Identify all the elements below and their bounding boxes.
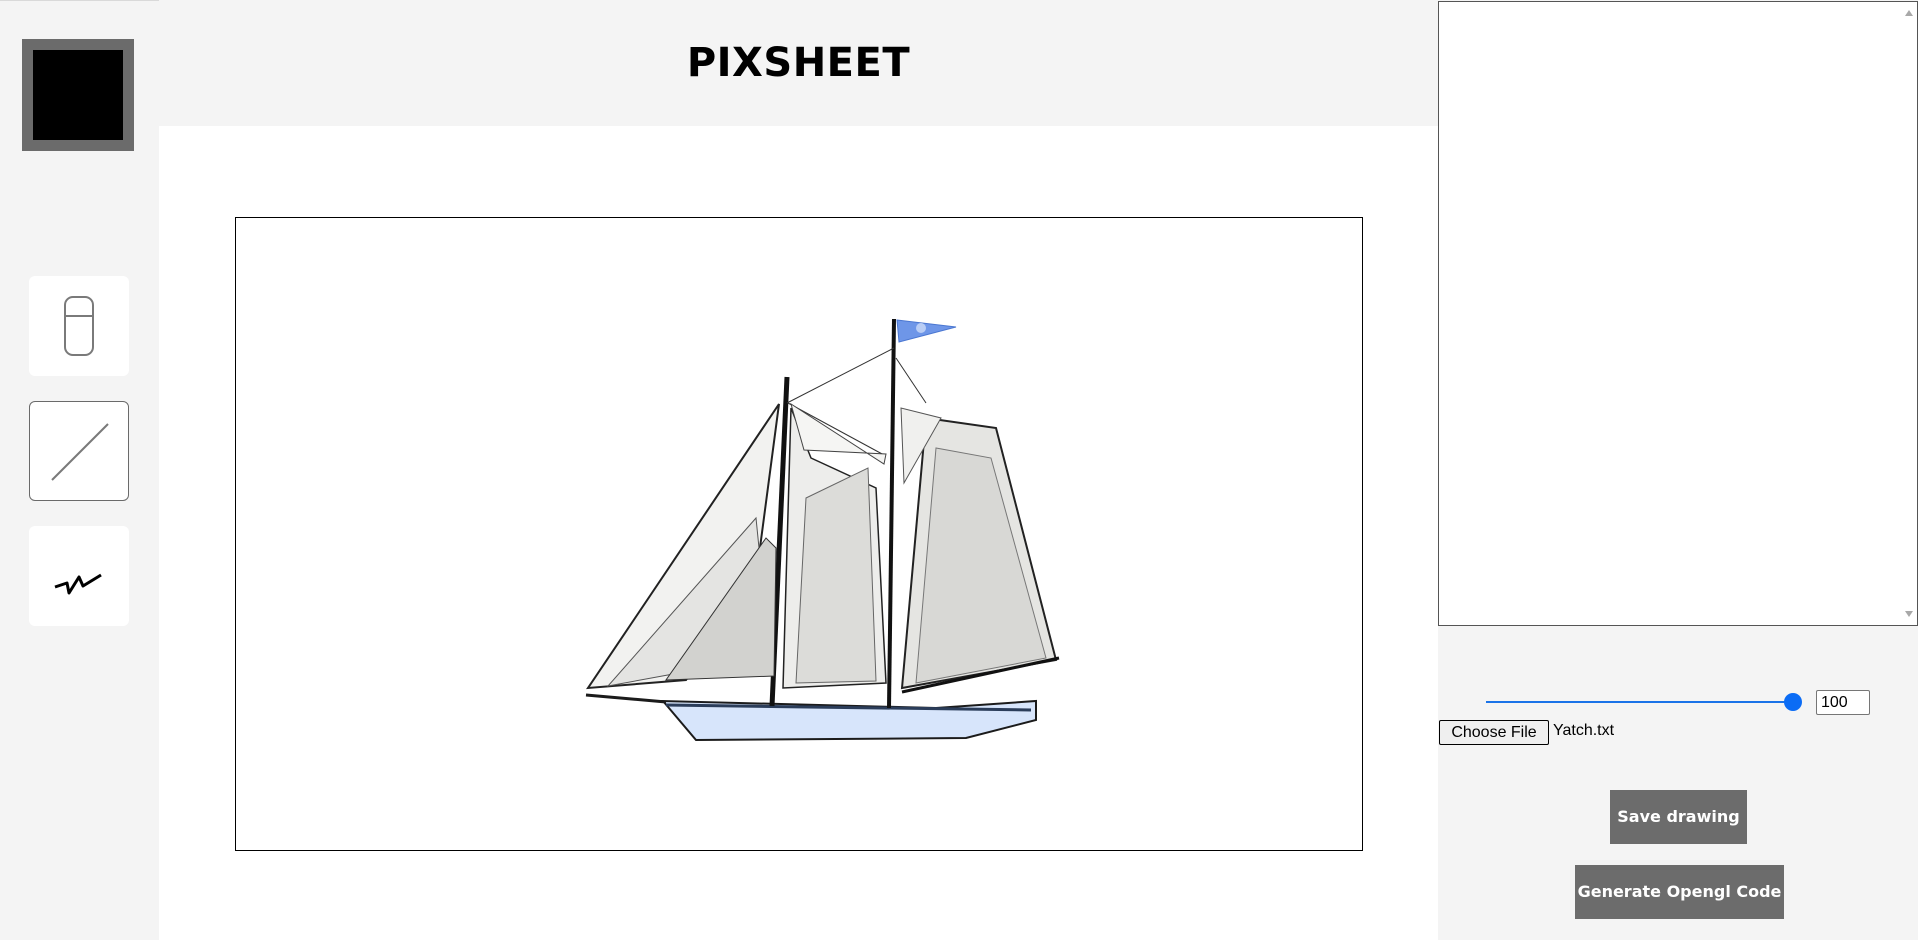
scroll-down-arrow[interactable] bbox=[1905, 611, 1913, 617]
header: PIXSHEET bbox=[159, 0, 1438, 126]
line-icon bbox=[51, 423, 109, 481]
zoom-slider[interactable] bbox=[1486, 693, 1802, 711]
choose-file-button[interactable]: Choose File bbox=[1439, 720, 1549, 745]
zoom-slider-track bbox=[1486, 701, 1794, 703]
save-drawing-button[interactable]: Save drawing bbox=[1610, 790, 1747, 844]
zoom-slider-thumb[interactable] bbox=[1784, 693, 1802, 711]
eraser-icon bbox=[64, 296, 94, 356]
app-title: PIXSHEET bbox=[686, 40, 911, 86]
code-output-textarea[interactable] bbox=[1438, 1, 1918, 626]
sailboat-drawing bbox=[585, 318, 1060, 742]
line-tool-button[interactable] bbox=[29, 401, 129, 501]
zoom-value-input[interactable] bbox=[1816, 690, 1870, 715]
eraser-tool-button[interactable] bbox=[29, 276, 129, 376]
drawing-canvas[interactable] bbox=[235, 217, 1363, 851]
polyline-icon bbox=[54, 573, 102, 595]
generate-opengl-code-button[interactable]: Generate Opengl Code bbox=[1575, 865, 1784, 919]
scroll-up-arrow[interactable] bbox=[1905, 10, 1913, 16]
polyline-tool-button[interactable] bbox=[29, 526, 129, 626]
current-color-swatch[interactable] bbox=[22, 39, 134, 151]
selected-file-name: Yatch.txt bbox=[1553, 722, 1615, 739]
